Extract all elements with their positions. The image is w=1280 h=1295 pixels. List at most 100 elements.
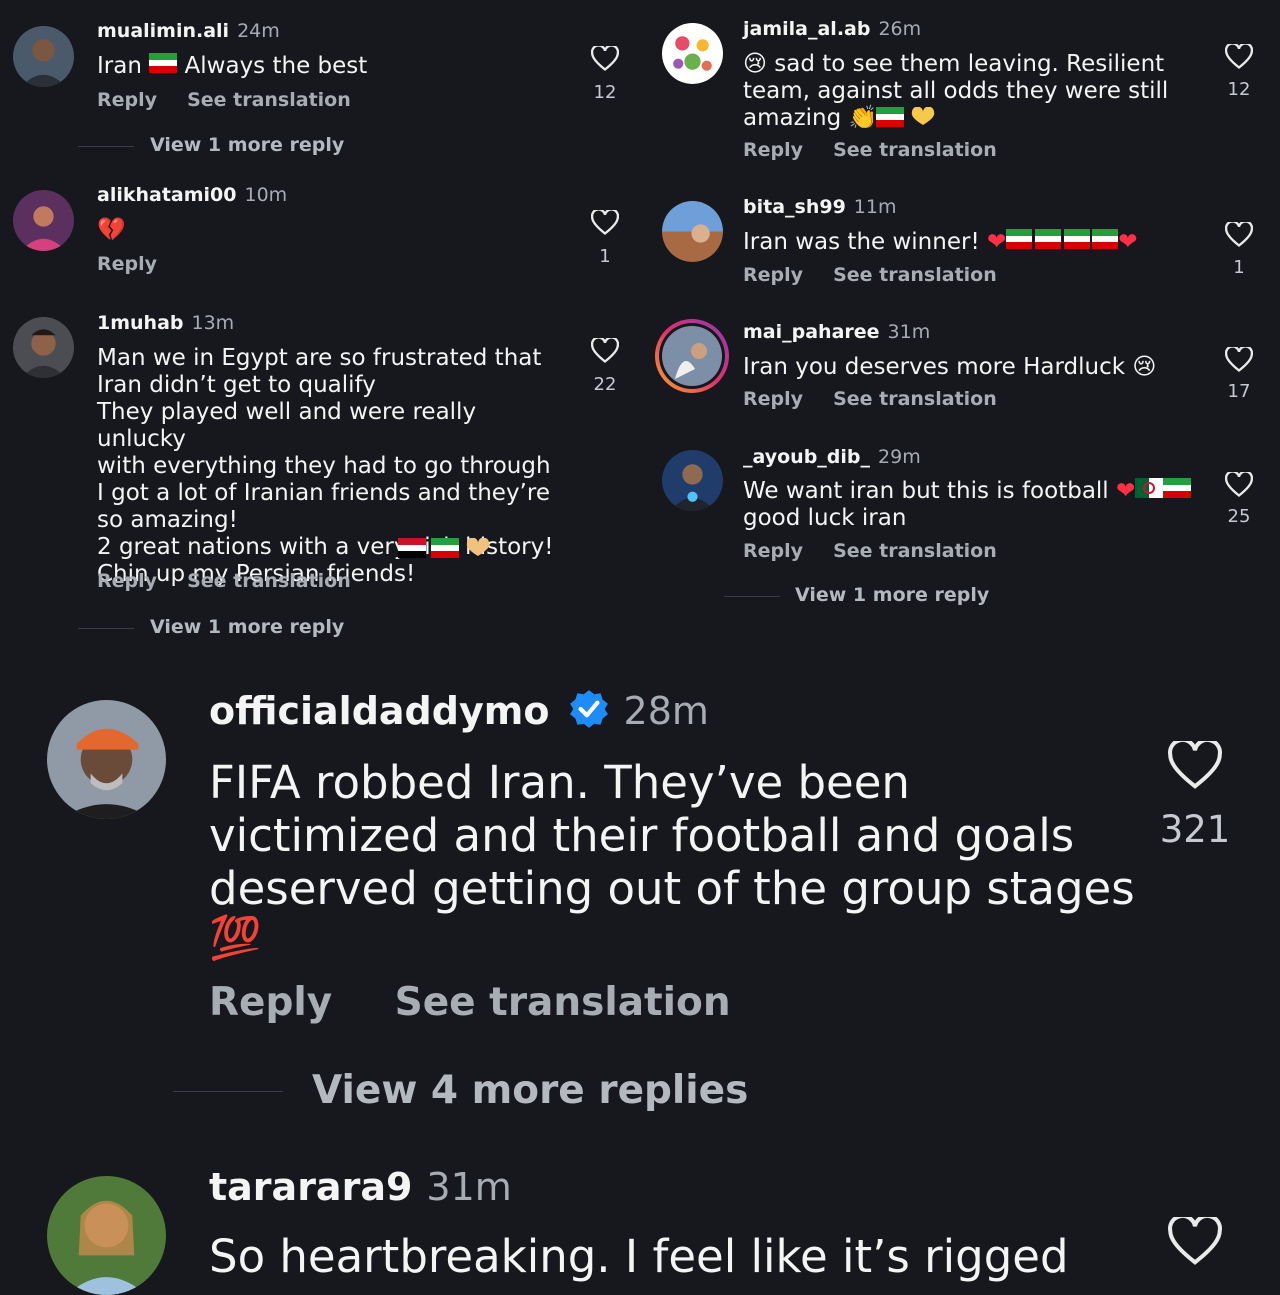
comment-actions: Reply See translation bbox=[743, 264, 997, 286]
avatar[interactable] bbox=[662, 450, 723, 511]
timestamp: 11m bbox=[853, 196, 897, 218]
like-heart-icon[interactable] bbox=[591, 210, 619, 236]
username[interactable]: jamila_al.ab bbox=[743, 18, 870, 40]
verified-badge-icon bbox=[568, 688, 610, 739]
username-row: bita_sh99 11m bbox=[743, 196, 896, 218]
timestamp: 10m bbox=[244, 184, 288, 206]
username-row: mai_paharee 31m bbox=[743, 321, 930, 343]
username-row: jamila_al.ab 26m bbox=[743, 18, 921, 40]
emoji-row bbox=[876, 106, 937, 131]
username-row: mualimin.ali 24m bbox=[97, 20, 280, 42]
like-heart-icon[interactable] bbox=[1168, 741, 1222, 791]
see-translation-button[interactable]: See translation bbox=[833, 388, 997, 410]
username[interactable]: officialdaddymo bbox=[209, 689, 549, 733]
comment-text: So heartbreaking. I feel like it’s rigge… bbox=[209, 1230, 1069, 1283]
reply-button[interactable]: Reply bbox=[97, 89, 157, 111]
divider bbox=[78, 146, 134, 147]
timestamp: 13m bbox=[191, 312, 235, 334]
iran-flag-icon bbox=[1163, 478, 1192, 505]
avatar[interactable] bbox=[13, 317, 74, 378]
reply-button[interactable]: Reply bbox=[743, 264, 803, 286]
heart-hands-icon bbox=[909, 106, 937, 131]
comment-text: Iran was the winner! ❤ ❤ bbox=[743, 229, 1138, 256]
username-row: alikhatami00 10m bbox=[97, 184, 287, 206]
avatar[interactable] bbox=[13, 190, 74, 251]
iran-flag-icon bbox=[1006, 229, 1119, 256]
see-translation-button[interactable]: See translation bbox=[187, 89, 351, 111]
comment-text: FIFA robbed Iran. They’ve been victimize… bbox=[209, 756, 1135, 915]
like-count: 1 bbox=[599, 246, 611, 267]
like-heart-icon[interactable] bbox=[591, 46, 619, 72]
username[interactable]: mai_paharee bbox=[743, 321, 880, 343]
comment-actions: Reply See translation bbox=[97, 89, 351, 111]
username-row: 1muhab 13m bbox=[97, 312, 234, 334]
egypt-flag-icon bbox=[398, 538, 426, 562]
algeria-flag-icon bbox=[1135, 478, 1164, 505]
reply-button[interactable]: Reply bbox=[743, 540, 803, 562]
see-translation-button[interactable]: See translation bbox=[187, 570, 351, 592]
story-ring-avatar[interactable] bbox=[655, 319, 729, 393]
like-heart-icon[interactable] bbox=[1225, 347, 1253, 373]
red-heart-icon: ❤ bbox=[1118, 229, 1138, 255]
see-translation-button[interactable]: See translation bbox=[833, 139, 997, 161]
hundred-points-icon: 💯 bbox=[209, 913, 262, 962]
avatar[interactable] bbox=[662, 201, 723, 262]
username-row: officialdaddymo 28m bbox=[209, 688, 709, 739]
username[interactable]: mualimin.ali bbox=[97, 20, 229, 42]
like-heart-icon[interactable] bbox=[1168, 1217, 1222, 1267]
username[interactable]: bita_sh99 bbox=[743, 196, 846, 218]
like-heart-icon[interactable] bbox=[1225, 222, 1253, 248]
see-translation-button[interactable]: See translation bbox=[395, 980, 731, 1025]
comment-actions: Reply See translation bbox=[209, 980, 731, 1025]
heart-hands-icon bbox=[464, 537, 492, 562]
reply-button[interactable]: Reply bbox=[209, 980, 332, 1025]
reply-button[interactable]: Reply bbox=[97, 570, 157, 592]
see-translation-button[interactable]: See translation bbox=[833, 264, 997, 286]
avatar[interactable] bbox=[13, 26, 74, 87]
timestamp: 26m bbox=[878, 18, 922, 40]
avatar[interactable] bbox=[47, 1176, 166, 1295]
like-heart-icon[interactable] bbox=[1225, 472, 1253, 498]
comment-actions: Reply See translation bbox=[97, 570, 351, 592]
reply-button[interactable]: Reply bbox=[743, 388, 803, 410]
divider bbox=[173, 1091, 283, 1092]
view-replies-button[interactable]: View 4 more replies bbox=[312, 1068, 748, 1113]
comment-text: Man we in Egypt are so frustrated that I… bbox=[97, 345, 554, 587]
avatar[interactable] bbox=[662, 23, 723, 84]
view-replies-button[interactable]: View 1 more reply bbox=[795, 584, 989, 606]
red-heart-icon: ❤ bbox=[1116, 478, 1136, 504]
timestamp: 31m bbox=[426, 1165, 512, 1209]
timestamp: 24m bbox=[237, 20, 280, 42]
username-row: _ayoub_dib_ 29m bbox=[743, 446, 921, 468]
reply-button[interactable]: Reply bbox=[97, 253, 157, 275]
like-heart-icon[interactable] bbox=[591, 338, 619, 364]
comment-text: 💔 bbox=[97, 217, 126, 244]
comment-text: 😢 sad to see them leaving. Resilient tea… bbox=[743, 51, 1169, 131]
like-heart-icon[interactable] bbox=[1225, 44, 1253, 70]
iran-flag-icon bbox=[149, 53, 178, 80]
broken-heart-icon: 💔 bbox=[97, 217, 126, 243]
username[interactable]: alikhatami00 bbox=[97, 184, 237, 206]
like-count: 321 bbox=[1159, 808, 1231, 851]
avatar[interactable] bbox=[47, 700, 166, 819]
comment-text: We want iran but this is football ❤ bbox=[743, 478, 1192, 505]
iran-flag-icon bbox=[876, 107, 904, 131]
like-count: 22 bbox=[593, 374, 617, 395]
timestamp: 31m bbox=[887, 321, 931, 343]
like-count: 17 bbox=[1227, 381, 1251, 402]
username-row: tararara9 31m bbox=[209, 1165, 512, 1209]
comment-text: Iran you deserves more Hardluck 😢 bbox=[743, 354, 1157, 380]
like-count: 25 bbox=[1227, 506, 1251, 527]
like-count: 1 bbox=[1233, 257, 1245, 278]
divider bbox=[724, 596, 780, 597]
iran-flag-icon bbox=[431, 538, 460, 562]
username[interactable]: tararara9 bbox=[209, 1165, 412, 1209]
reply-button[interactable]: Reply bbox=[743, 139, 803, 161]
view-replies-button[interactable]: View 1 more reply bbox=[150, 134, 344, 156]
comment-actions: Reply See translation bbox=[743, 388, 997, 410]
view-replies-button[interactable]: View 1 more reply bbox=[150, 616, 344, 638]
divider bbox=[78, 628, 134, 629]
see-translation-button[interactable]: See translation bbox=[833, 540, 997, 562]
username[interactable]: _ayoub_dib_ bbox=[743, 446, 870, 468]
username[interactable]: 1muhab bbox=[97, 312, 184, 334]
